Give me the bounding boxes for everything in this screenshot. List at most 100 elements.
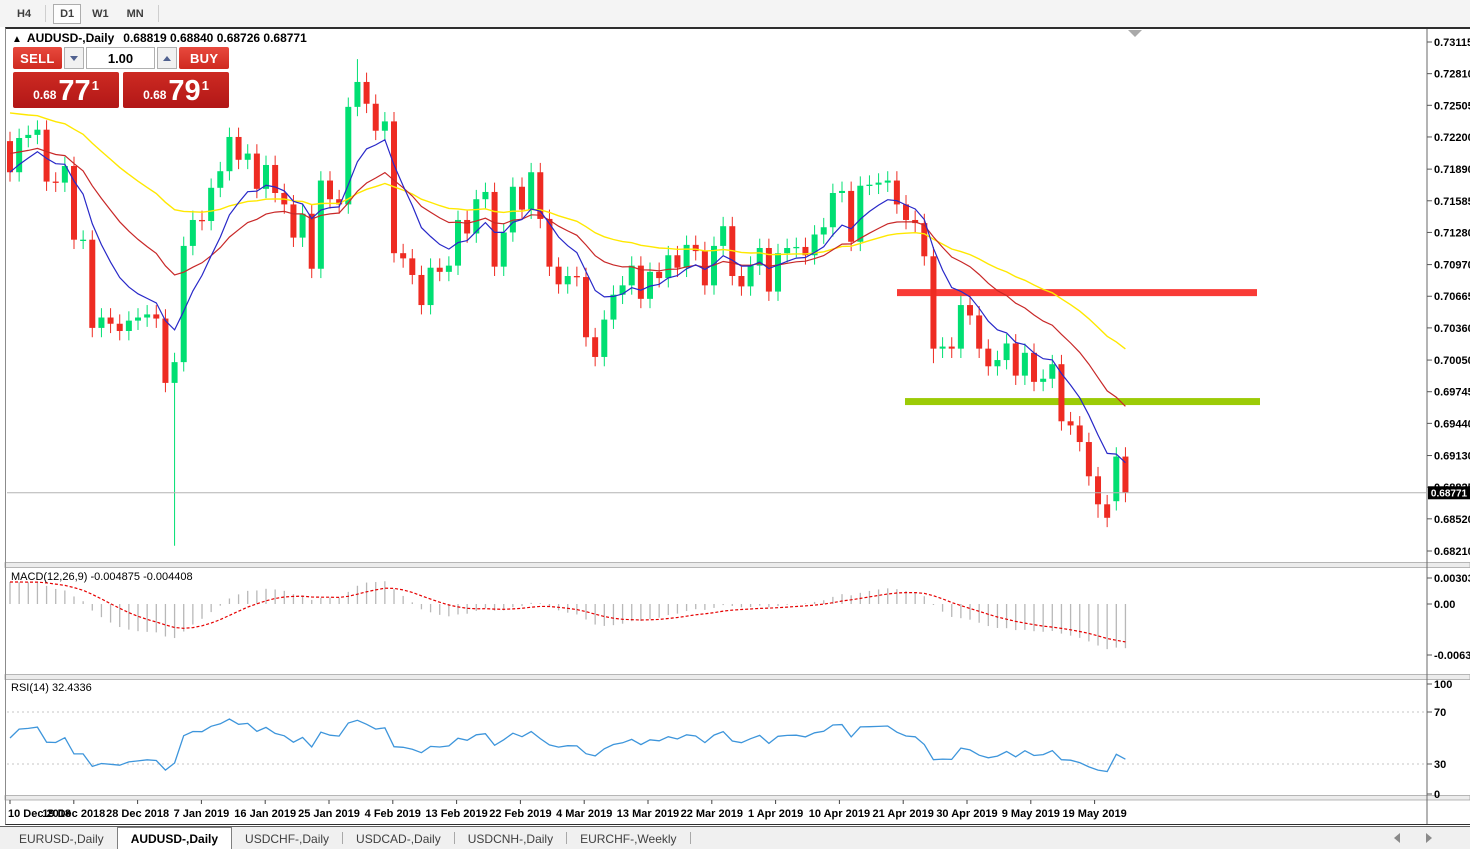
sell-price-prefix: 0.68 <box>33 88 56 102</box>
candle <box>1104 504 1110 517</box>
candle <box>364 82 370 104</box>
candle <box>574 276 580 277</box>
date-axis-label: 28 Dec 2018 <box>106 808 169 820</box>
candle <box>272 165 278 193</box>
macd-axis-label: -0.006311 <box>1434 650 1470 662</box>
candle <box>25 135 31 138</box>
price-axis-label: 0.71280 <box>1434 227 1470 239</box>
chart-tab-usdchf[interactable]: USDCHF-,Daily <box>232 827 342 849</box>
tab-scroll-left-button[interactable] <box>1394 833 1400 843</box>
volume-decrease-button[interactable] <box>64 47 84 69</box>
candle <box>949 347 955 349</box>
candle <box>409 258 415 275</box>
macd-indicator-label: MACD(12,26,9) -0.004875 -0.004408 <box>11 571 193 583</box>
candle <box>610 295 616 320</box>
candle <box>98 318 104 328</box>
candle <box>153 314 159 318</box>
candle <box>400 253 406 258</box>
price-axis-label: 0.69745 <box>1434 387 1470 399</box>
price-axis-label: 0.69440 <box>1434 418 1470 430</box>
price-axis-label: 0.70970 <box>1434 260 1470 272</box>
candle <box>1049 364 1055 379</box>
chart-tab-eurusd[interactable]: EURUSD-,Daily <box>6 827 117 849</box>
date-axis-label: 13 Feb 2019 <box>425 808 487 820</box>
buy-price-tile[interactable]: 0.68 79 1 <box>123 72 229 108</box>
candle <box>583 277 589 337</box>
candle <box>684 245 690 268</box>
sell-button[interactable]: SELL <box>13 47 62 69</box>
rsi-pane: 10070300 <box>7 679 1452 801</box>
date-axis-label: 30 Apr 2019 <box>936 808 997 820</box>
volume-input[interactable]: 1.00 <box>86 47 156 69</box>
candle <box>738 276 744 286</box>
macd-pane: 0.0030350.00-0.006311 <box>10 573 1470 662</box>
candle <box>967 305 973 315</box>
resistance-line[interactable] <box>897 289 1257 296</box>
date-axis-label: 4 Feb 2019 <box>365 808 421 820</box>
date-axis-label: 22 Mar 2019 <box>681 808 743 820</box>
sell-price-pips: 77 <box>58 78 90 105</box>
candle <box>437 268 443 272</box>
buy-button[interactable]: BUY <box>179 47 229 69</box>
candle <box>34 130 40 135</box>
one-click-trading-arrow-icon[interactable]: ▲ <box>12 34 22 45</box>
buy-price-prefix: 0.68 <box>143 88 166 102</box>
candle <box>53 182 59 183</box>
candle <box>464 220 470 233</box>
candle <box>162 319 168 383</box>
date-axis-label: 19 May 2019 <box>1062 808 1126 820</box>
macd-axis-label: 0.003035 <box>1434 573 1470 585</box>
candle <box>473 199 479 233</box>
candle <box>775 253 781 291</box>
candle <box>638 266 644 299</box>
chart-tab-eurchf[interactable]: EURCHF-,Weekly <box>567 827 689 849</box>
candle <box>373 104 379 131</box>
candle <box>382 121 388 130</box>
candle <box>1013 343 1019 375</box>
candle <box>985 349 991 367</box>
candle <box>501 232 507 266</box>
candle <box>784 248 790 253</box>
candle <box>1113 457 1119 502</box>
candle <box>1077 425 1083 442</box>
chart-tab-usdcad[interactable]: USDCAD-,Daily <box>343 827 454 849</box>
candle <box>126 321 132 331</box>
price-axis-label: 0.71585 <box>1434 196 1470 208</box>
volume-increase-button[interactable] <box>157 47 177 69</box>
date-axis-label: 4 Mar 2019 <box>556 808 612 820</box>
tab-scroll-right-button[interactable] <box>1426 833 1432 843</box>
chart-tab-audusd[interactable]: AUDUSD-,Daily <box>117 827 232 849</box>
candle <box>601 320 607 357</box>
sell-price-point: 1 <box>92 78 99 93</box>
candle <box>181 246 187 362</box>
chart-tab-usdcnh[interactable]: USDCNH-,Daily <box>455 827 566 849</box>
candle <box>720 226 726 246</box>
candle <box>236 137 242 160</box>
candle <box>1031 353 1037 382</box>
candle <box>428 268 434 305</box>
chart-shift-marker-icon[interactable] <box>1128 30 1142 37</box>
date-axis-label: 19 Dec 2018 <box>42 808 105 820</box>
candle <box>848 191 854 242</box>
sell-price-tile[interactable]: 0.68 77 1 <box>13 72 119 108</box>
rsi-axis-label: 0 <box>1434 789 1440 801</box>
candle <box>866 185 872 186</box>
candle <box>629 266 635 286</box>
candle <box>226 137 232 171</box>
date-axis-label: 21 Apr 2019 <box>873 808 934 820</box>
candle <box>528 172 534 209</box>
candle <box>446 266 452 272</box>
candles-layer <box>7 59 1128 546</box>
candle <box>89 240 95 328</box>
svg-text:0.68771: 0.68771 <box>1431 489 1468 500</box>
current-price-tag: 0.68771 <box>1428 486 1470 499</box>
candle <box>199 220 205 221</box>
date-axis-label: 13 Mar 2019 <box>617 808 679 820</box>
spinner-down-icon <box>70 56 78 61</box>
candle <box>418 275 424 305</box>
chart-canvas[interactable]: 0.731150.728100.725050.722000.718900.715… <box>0 0 1470 849</box>
candle <box>80 240 86 241</box>
candle <box>7 141 13 172</box>
candle <box>208 188 214 221</box>
candle <box>903 204 909 220</box>
